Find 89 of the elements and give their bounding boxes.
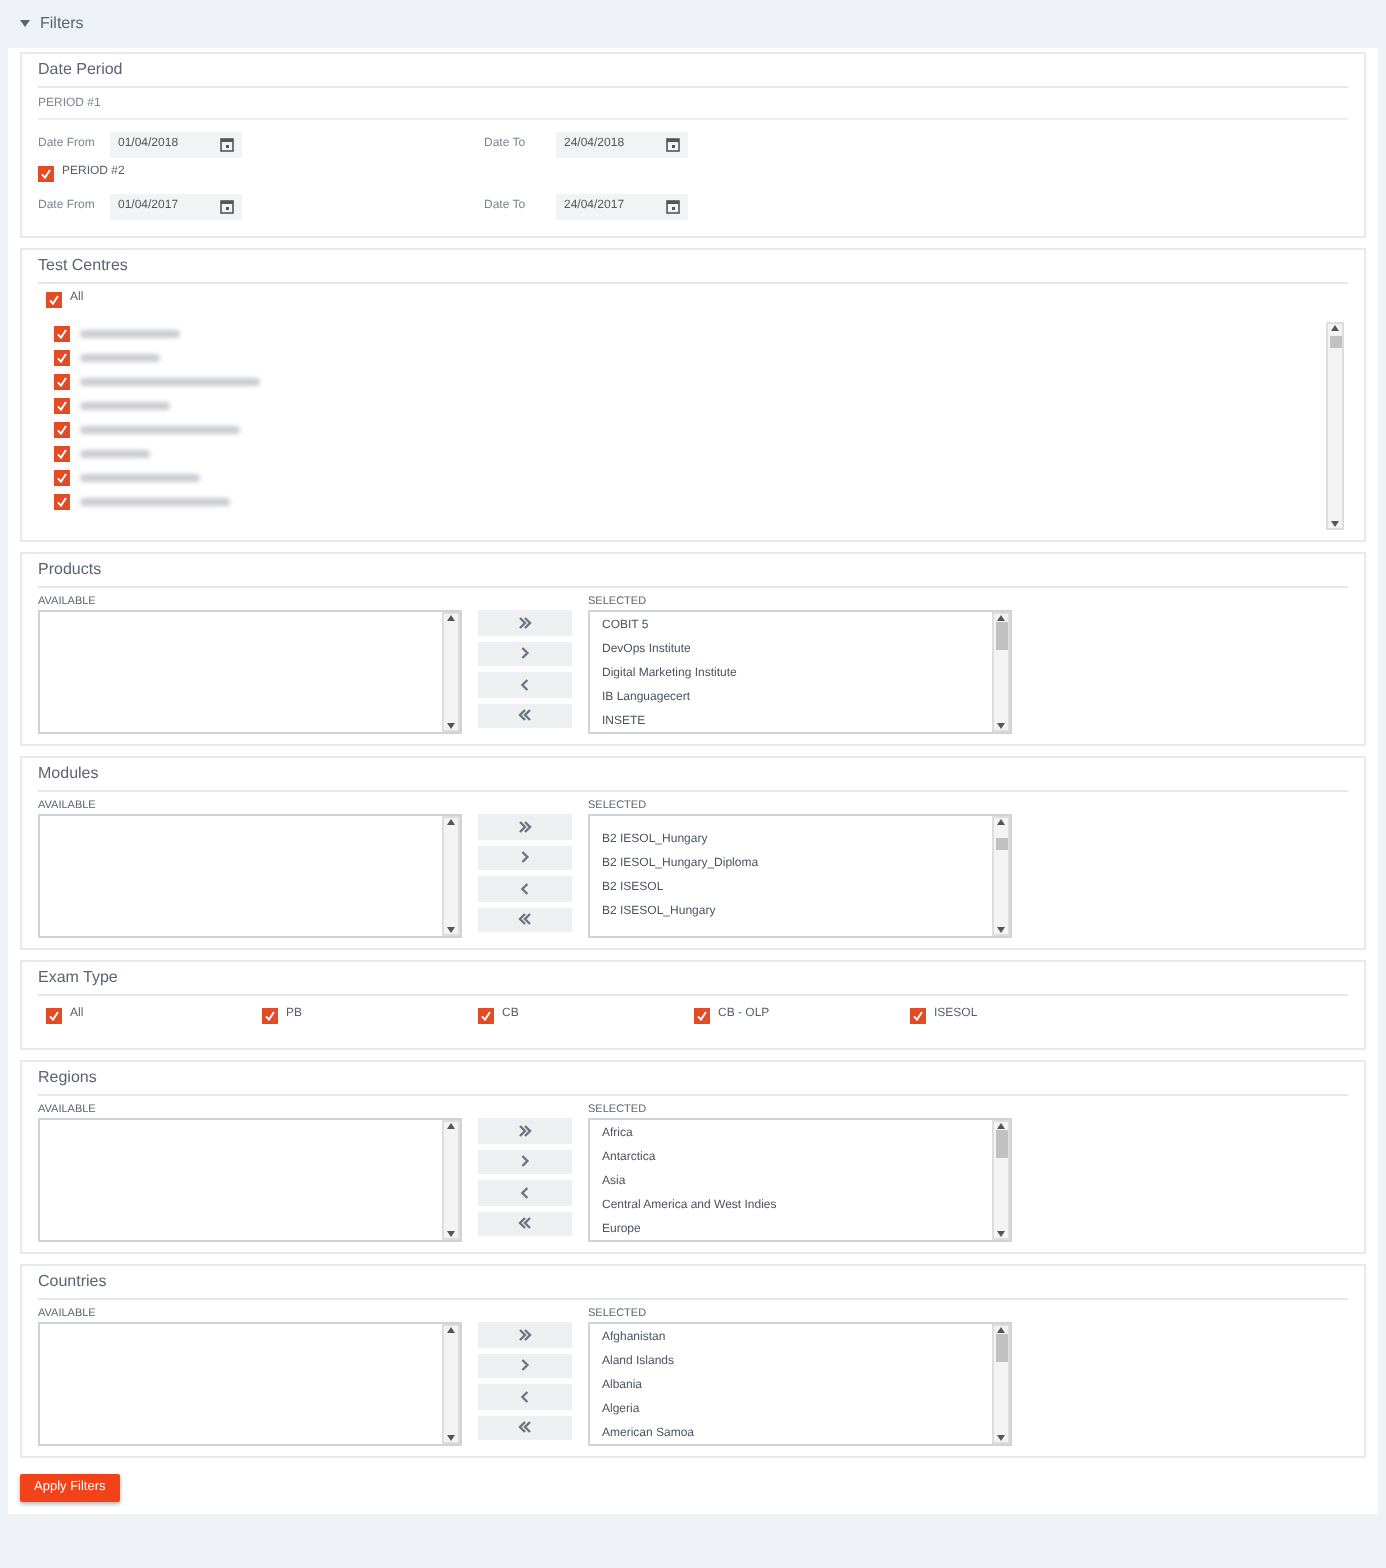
- scroll-down-arrow-icon[interactable]: [996, 1230, 1006, 1238]
- checkbox[interactable]: [54, 422, 70, 438]
- calendar-icon: [666, 137, 680, 151]
- scroll-down-arrow-icon[interactable]: [996, 926, 1006, 934]
- scroll-up-arrow-icon[interactable]: [996, 614, 1006, 622]
- scroll-down-arrow-icon[interactable]: [996, 1434, 1006, 1442]
- scroll-down-arrow-icon[interactable]: [446, 722, 456, 730]
- checkbox[interactable]: [54, 326, 70, 342]
- scrollbar[interactable]: [442, 816, 460, 936]
- checkbox[interactable]: [54, 350, 70, 366]
- scrollbar-thumb[interactable]: [995, 838, 1007, 850]
- move-all-left-button[interactable]: [478, 907, 572, 932]
- chevron-icon: [518, 1389, 532, 1404]
- checkbox[interactable]: [694, 1007, 710, 1023]
- move-all-right-button[interactable]: [478, 610, 572, 635]
- chevron-icon: [518, 615, 532, 630]
- redacted-text: [80, 474, 200, 482]
- chevron-icon: [518, 881, 532, 896]
- panel-title: Countries: [38, 1268, 1348, 1300]
- move-all-right-button[interactable]: [478, 1322, 572, 1347]
- move-all-left-button[interactable]: [478, 1415, 572, 1440]
- scrollbar-thumb[interactable]: [1329, 336, 1341, 348]
- checkbox[interactable]: [38, 165, 54, 181]
- redacted-text: [80, 354, 160, 362]
- scroll-up-arrow-icon[interactable]: [1330, 324, 1340, 332]
- scrollbar[interactable]: [992, 816, 1010, 936]
- header-title: Filters: [40, 12, 84, 36]
- chevron-icon: [518, 677, 532, 692]
- redacted-text: [80, 402, 170, 410]
- scrollbar-thumb[interactable]: [995, 622, 1007, 650]
- move-all-right-button[interactable]: [478, 1118, 572, 1143]
- scrollbar-thumb[interactable]: [995, 1130, 1007, 1158]
- chevron-icon: [518, 1123, 532, 1138]
- scroll-up-arrow-icon[interactable]: [996, 1326, 1006, 1334]
- scrollbar[interactable]: [442, 1324, 460, 1444]
- panel-title: Products: [38, 556, 1348, 588]
- checkbox[interactable]: [910, 1007, 926, 1023]
- scroll-down-arrow-icon[interactable]: [1330, 520, 1340, 528]
- checkbox[interactable]: [46, 291, 62, 307]
- scroll-down-arrow-icon[interactable]: [446, 1230, 456, 1238]
- calendar-icon: [666, 199, 680, 213]
- panel-title: Date Period: [38, 56, 1348, 88]
- chevron-icon: [518, 850, 532, 865]
- move-all-right-button[interactable]: [478, 814, 572, 839]
- scroll-up-arrow-icon[interactable]: [446, 1122, 456, 1130]
- checkbox[interactable]: [54, 398, 70, 414]
- chevron-icon: [518, 646, 532, 661]
- chevron-icon: [518, 912, 532, 927]
- scroll-down-arrow-icon[interactable]: [446, 1434, 456, 1442]
- chevron-icon: [518, 1216, 532, 1231]
- scrollbar[interactable]: [992, 1120, 1010, 1240]
- checkbox[interactable]: [46, 1007, 62, 1023]
- scroll-up-arrow-icon[interactable]: [996, 1122, 1006, 1130]
- redacted-text: [80, 330, 180, 338]
- chevron-icon: [518, 819, 532, 834]
- chevron-icon: [518, 1420, 532, 1435]
- scroll-up-arrow-icon[interactable]: [446, 614, 456, 622]
- calendar-icon: [220, 137, 234, 151]
- scrollbar[interactable]: [1326, 322, 1344, 530]
- scroll-up-arrow-icon[interactable]: [446, 1326, 456, 1334]
- panel-title: Modules: [38, 760, 1348, 792]
- panel-title: Test Centres: [38, 252, 1348, 284]
- move-all-left-button[interactable]: [478, 1211, 572, 1236]
- chevron-icon: [518, 708, 532, 723]
- scrollbar[interactable]: [992, 612, 1010, 732]
- chevron-icon: [518, 1327, 532, 1342]
- scrollbar[interactable]: [442, 1120, 460, 1240]
- scroll-up-arrow-icon[interactable]: [446, 818, 456, 826]
- chevron-icon: [518, 1154, 532, 1169]
- checkbox[interactable]: [262, 1007, 278, 1023]
- checkbox[interactable]: [54, 470, 70, 486]
- calendar-icon: [220, 199, 234, 213]
- scroll-down-arrow-icon[interactable]: [446, 926, 456, 934]
- checkbox[interactable]: [478, 1007, 494, 1023]
- checkbox[interactable]: [54, 374, 70, 390]
- scrollbar[interactable]: [992, 1324, 1010, 1444]
- chevron-icon: [518, 1358, 532, 1373]
- redacted-text: [80, 450, 150, 458]
- scrollbar[interactable]: [442, 612, 460, 732]
- move-all-left-button[interactable]: [478, 703, 572, 728]
- checkbox[interactable]: [54, 446, 70, 462]
- panel-title: Regions: [38, 1064, 1348, 1096]
- filters-header[interactable]: Filters: [0, 0, 1386, 48]
- chevron-icon: [518, 1185, 532, 1200]
- scrollbar-thumb[interactable]: [995, 1334, 1007, 1362]
- scroll-down-arrow-icon[interactable]: [996, 722, 1006, 730]
- panel-title: Exam Type: [38, 964, 1348, 996]
- checkbox[interactable]: [54, 494, 70, 510]
- scroll-up-arrow-icon[interactable]: [996, 818, 1006, 826]
